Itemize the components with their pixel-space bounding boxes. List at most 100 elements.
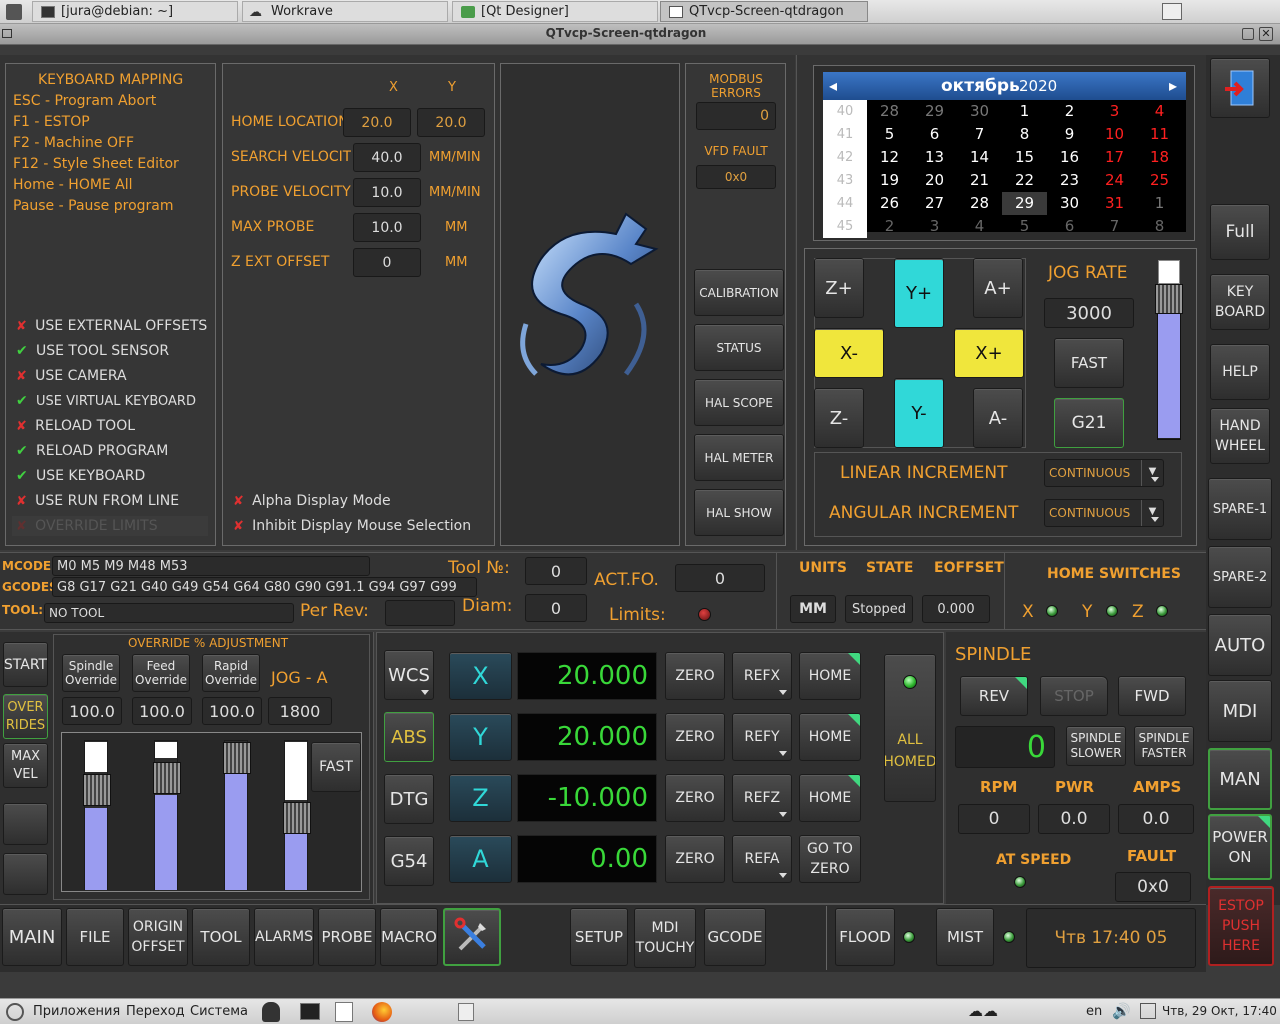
spindle-override-button[interactable]: Spindle Override bbox=[62, 654, 120, 692]
axis-x-button[interactable]: X bbox=[449, 652, 512, 700]
calendar-day[interactable]: 4 bbox=[1137, 100, 1182, 123]
axis-y-button[interactable]: Y bbox=[449, 713, 512, 761]
probe-velocity-field[interactable]: 10.0 bbox=[353, 178, 421, 207]
calendar-day[interactable]: 1 bbox=[1002, 100, 1047, 123]
calendar-day[interactable]: 4 bbox=[957, 215, 1002, 238]
jog-y-plus-button[interactable]: Y+ bbox=[894, 258, 944, 328]
calendar-day[interactable]: 13 bbox=[912, 146, 957, 169]
estop-button[interactable]: ESTOP PUSH HERE bbox=[1208, 886, 1274, 966]
calendar-day[interactable]: 15 bbox=[1002, 146, 1047, 169]
prev-month-icon[interactable]: ◂ bbox=[829, 76, 837, 95]
calendar-day[interactable]: 9 bbox=[1047, 123, 1092, 146]
calendar-day[interactable]: 1 bbox=[1137, 192, 1182, 215]
taskbar-tab-qtdragon[interactable]: QTvcp-Screen-qtdragon bbox=[660, 1, 868, 22]
calendar-day[interactable]: 26 bbox=[867, 192, 912, 215]
jog-a-plus-button[interactable]: A+ bbox=[973, 258, 1023, 318]
calendar-day[interactable]: 2 bbox=[867, 215, 912, 238]
calendar-day[interactable]: 7 bbox=[957, 123, 1002, 146]
option-tool-sensor[interactable]: ✔ USE TOOL SENSOR bbox=[16, 343, 169, 359]
option-run-from-line[interactable]: ✘ USE RUN FROM LINE bbox=[16, 493, 179, 509]
status-button[interactable]: STATUS bbox=[694, 324, 784, 371]
tab-probe[interactable]: PROBE bbox=[318, 908, 376, 966]
tab-mdi-touchy[interactable]: MDI TOUCHY bbox=[634, 908, 696, 968]
mdi-button[interactable]: MDI bbox=[1208, 680, 1272, 742]
blank-button-2[interactable] bbox=[3, 853, 48, 895]
hal-meter-button[interactable]: HAL METER bbox=[694, 434, 784, 481]
ref-a-button[interactable]: REFA bbox=[732, 835, 792, 883]
option-external-offsets[interactable]: ✘ USE EXTERNAL OFFSETS bbox=[16, 318, 207, 334]
spindle-faster-button[interactable]: SPINDLE FASTER bbox=[1134, 726, 1194, 766]
option-camera[interactable]: ✘ USE CAMERA bbox=[16, 368, 127, 384]
tab-settings[interactable] bbox=[443, 908, 501, 966]
calendar-widget[interactable]: ◂ ▸ октябрь 2020 40 28 29 30 1 2 3 4 41 5 6 7 8 9 10 11… bbox=[823, 72, 1186, 238]
tab-gcode[interactable]: GCODE bbox=[704, 908, 766, 966]
jog-z-minus-button[interactable]: Z- bbox=[814, 388, 864, 448]
spare-2-button[interactable]: SPARE-2 bbox=[1208, 546, 1272, 608]
taskbar-tab-workrave[interactable]: ☁ Workrave bbox=[242, 1, 448, 22]
next-month-icon[interactable]: ▸ bbox=[1169, 76, 1177, 95]
wcs-button[interactable]: WCS bbox=[384, 650, 434, 700]
zero-a-button[interactable]: ZERO bbox=[665, 835, 725, 883]
tab-main[interactable]: MAIN bbox=[2, 908, 62, 966]
handwheel-button[interactable]: HAND WHEEL bbox=[1210, 408, 1270, 464]
override-slider-handle[interactable] bbox=[153, 762, 181, 794]
calendar-day[interactable]: 8 bbox=[1002, 123, 1047, 146]
axis-a-button[interactable]: A bbox=[449, 835, 512, 883]
inhibit-mouse-option[interactable]: ✘ Inhibit Display Mouse Selection bbox=[233, 518, 471, 534]
calendar-month[interactable]: октябрь bbox=[941, 76, 1020, 96]
g54-button[interactable]: G54 bbox=[384, 836, 434, 886]
spindle-slower-button[interactable]: SPINDLE SLOWER bbox=[1066, 726, 1126, 766]
calendar-day[interactable]: 30 bbox=[957, 100, 1002, 123]
angular-increment-select[interactable]: CONTINUOUS ▼ bbox=[1044, 499, 1164, 527]
option-keyboard[interactable]: ✔ USE KEYBOARD bbox=[16, 468, 145, 484]
rapid-override-button[interactable]: Rapid Override bbox=[202, 654, 260, 692]
home-location-x-field[interactable]: 20.0 bbox=[343, 108, 411, 137]
editor-launcher-icon[interactable] bbox=[335, 1002, 353, 1022]
calendar-day[interactable]: 18 bbox=[1137, 146, 1182, 169]
abs-button[interactable]: ABS bbox=[384, 712, 434, 762]
units-g21-button[interactable]: G21 bbox=[1054, 398, 1124, 448]
flood-button[interactable]: FLOOD bbox=[835, 908, 895, 966]
tab-origin-offset[interactable]: ORIGIN OFFSET bbox=[128, 908, 188, 966]
keyboard-layout[interactable]: en bbox=[1086, 1004, 1102, 1019]
max-probe-field[interactable]: 10.0 bbox=[353, 213, 421, 242]
start-button[interactable]: START bbox=[3, 642, 48, 687]
jog-x-minus-button[interactable]: X- bbox=[814, 328, 884, 378]
calendar-day[interactable]: 2 bbox=[1047, 100, 1092, 123]
calendar-day[interactable]: 28 bbox=[867, 100, 912, 123]
option-override-limits[interactable]: ✘ OVERRIDE LIMITS bbox=[12, 516, 208, 536]
jog-a-minus-button[interactable]: A- bbox=[973, 388, 1023, 448]
z-ext-offset-field[interactable]: 0 bbox=[353, 248, 421, 277]
calendar-day[interactable]: 6 bbox=[1047, 215, 1092, 238]
taskbar-tab-designer[interactable]: [Qt Designer] bbox=[452, 1, 658, 22]
calendar-day[interactable]: 31 bbox=[1092, 192, 1137, 215]
network-icon[interactable] bbox=[1140, 1003, 1156, 1019]
zero-x-button[interactable]: ZERO bbox=[665, 652, 725, 700]
spindle-fwd-button[interactable]: FWD bbox=[1118, 676, 1186, 716]
calendar-day[interactable]: 28 bbox=[957, 192, 1002, 215]
calendar-day[interactable]: 25 bbox=[1137, 169, 1182, 192]
calendar-day[interactable]: 23 bbox=[1047, 169, 1092, 192]
zero-y-button[interactable]: ZERO bbox=[665, 713, 725, 761]
auto-button[interactable]: AUTO bbox=[1208, 614, 1272, 676]
jog-x-plus-button[interactable]: X+ bbox=[954, 328, 1024, 378]
option-virtual-keyboard[interactable]: ✔ USE VIRTUAL KEYBOARD bbox=[16, 393, 196, 409]
tab-alarms[interactable]: ALARMS bbox=[254, 908, 314, 966]
axis-z-button[interactable]: Z bbox=[449, 774, 512, 822]
override-slider-handle[interactable] bbox=[283, 802, 311, 834]
spindle-stop-button[interactable]: STOP bbox=[1040, 676, 1108, 716]
full-button[interactable]: Full bbox=[1210, 204, 1270, 260]
calendar-year[interactable]: 2020 bbox=[1019, 77, 1057, 95]
overrides-button[interactable]: OVER RIDES bbox=[3, 694, 48, 739]
terminal-launcher-icon[interactable] bbox=[300, 1003, 320, 1020]
tab-tool[interactable]: TOOL bbox=[192, 908, 250, 966]
calendar-day[interactable]: 12 bbox=[867, 146, 912, 169]
calendar-day[interactable]: 21 bbox=[957, 169, 1002, 192]
calendar-day[interactable]: 3 bbox=[912, 215, 957, 238]
jog-fast-button[interactable]: FAST bbox=[1054, 338, 1124, 388]
max-vel-button[interactable]: MAX VEL bbox=[3, 743, 48, 788]
places-menu[interactable]: Переход bbox=[126, 1004, 185, 1019]
ref-y-button[interactable]: REFY bbox=[732, 713, 792, 761]
debian-logo-icon[interactable] bbox=[6, 1003, 24, 1021]
home-a-button[interactable]: GO TO ZERO bbox=[799, 835, 861, 883]
